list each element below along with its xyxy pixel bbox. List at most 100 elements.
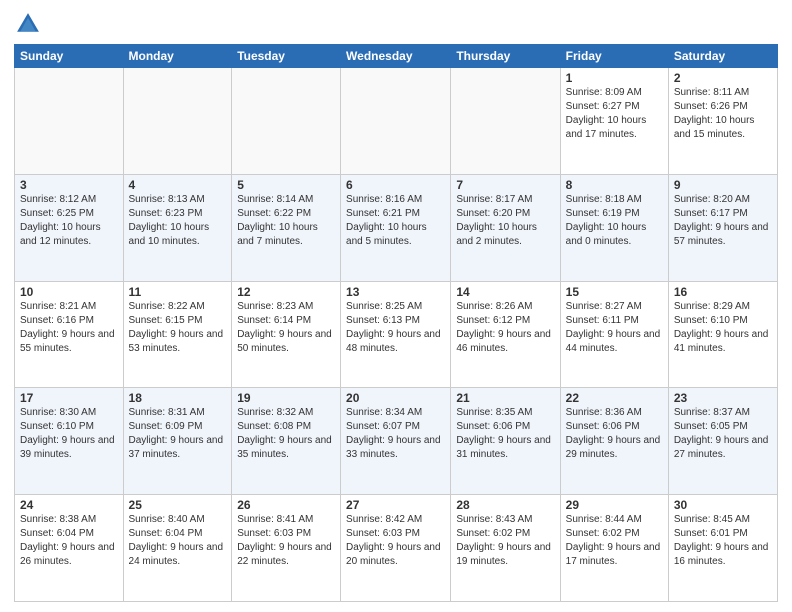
calendar-cell: 2Sunrise: 8:11 AMSunset: 6:26 PMDaylight… [668, 68, 777, 175]
day-info: Sunrise: 8:21 AMSunset: 6:16 PMDaylight:… [20, 300, 118, 356]
day-number: 5 [237, 178, 335, 192]
calendar-cell [123, 68, 232, 175]
day-info: Sunrise: 8:45 AMSunset: 6:01 PMDaylight:… [674, 513, 772, 569]
calendar-week-row: 3Sunrise: 8:12 AMSunset: 6:25 PMDaylight… [15, 174, 778, 281]
day-number: 21 [456, 391, 554, 405]
day-number: 8 [566, 178, 663, 192]
day-number: 25 [129, 498, 227, 512]
day-number: 30 [674, 498, 772, 512]
weekday-header: Wednesday [341, 45, 451, 68]
day-number: 16 [674, 285, 772, 299]
calendar-week-row: 24Sunrise: 8:38 AMSunset: 6:04 PMDayligh… [15, 495, 778, 602]
day-info: Sunrise: 8:41 AMSunset: 6:03 PMDaylight:… [237, 513, 335, 569]
calendar-header-row: SundayMondayTuesdayWednesdayThursdayFrid… [15, 45, 778, 68]
calendar-cell: 21Sunrise: 8:35 AMSunset: 6:06 PMDayligh… [451, 388, 560, 495]
calendar-cell: 13Sunrise: 8:25 AMSunset: 6:13 PMDayligh… [341, 281, 451, 388]
day-info: Sunrise: 8:42 AMSunset: 6:03 PMDaylight:… [346, 513, 445, 569]
day-number: 26 [237, 498, 335, 512]
calendar: SundayMondayTuesdayWednesdayThursdayFrid… [14, 44, 778, 602]
day-number: 29 [566, 498, 663, 512]
calendar-cell: 28Sunrise: 8:43 AMSunset: 6:02 PMDayligh… [451, 495, 560, 602]
day-number: 17 [20, 391, 118, 405]
calendar-cell [341, 68, 451, 175]
calendar-week-row: 1Sunrise: 8:09 AMSunset: 6:27 PMDaylight… [15, 68, 778, 175]
day-info: Sunrise: 8:12 AMSunset: 6:25 PMDaylight:… [20, 193, 118, 249]
day-info: Sunrise: 8:11 AMSunset: 6:26 PMDaylight:… [674, 86, 772, 142]
calendar-table: SundayMondayTuesdayWednesdayThursdayFrid… [14, 44, 778, 602]
weekday-header: Saturday [668, 45, 777, 68]
day-info: Sunrise: 8:40 AMSunset: 6:04 PMDaylight:… [129, 513, 227, 569]
day-info: Sunrise: 8:22 AMSunset: 6:15 PMDaylight:… [129, 300, 227, 356]
day-number: 28 [456, 498, 554, 512]
calendar-cell: 11Sunrise: 8:22 AMSunset: 6:15 PMDayligh… [123, 281, 232, 388]
weekday-header: Friday [560, 45, 668, 68]
day-number: 3 [20, 178, 118, 192]
day-number: 10 [20, 285, 118, 299]
calendar-cell: 4Sunrise: 8:13 AMSunset: 6:23 PMDaylight… [123, 174, 232, 281]
day-info: Sunrise: 8:23 AMSunset: 6:14 PMDaylight:… [237, 300, 335, 356]
calendar-cell: 8Sunrise: 8:18 AMSunset: 6:19 PMDaylight… [560, 174, 668, 281]
day-number: 7 [456, 178, 554, 192]
day-number: 18 [129, 391, 227, 405]
day-info: Sunrise: 8:27 AMSunset: 6:11 PMDaylight:… [566, 300, 663, 356]
calendar-week-row: 10Sunrise: 8:21 AMSunset: 6:16 PMDayligh… [15, 281, 778, 388]
calendar-week-row: 17Sunrise: 8:30 AMSunset: 6:10 PMDayligh… [15, 388, 778, 495]
weekday-header: Thursday [451, 45, 560, 68]
calendar-cell: 29Sunrise: 8:44 AMSunset: 6:02 PMDayligh… [560, 495, 668, 602]
day-number: 13 [346, 285, 445, 299]
calendar-cell: 3Sunrise: 8:12 AMSunset: 6:25 PMDaylight… [15, 174, 124, 281]
day-number: 9 [674, 178, 772, 192]
day-number: 23 [674, 391, 772, 405]
day-number: 6 [346, 178, 445, 192]
calendar-cell: 5Sunrise: 8:14 AMSunset: 6:22 PMDaylight… [232, 174, 341, 281]
day-info: Sunrise: 8:13 AMSunset: 6:23 PMDaylight:… [129, 193, 227, 249]
calendar-cell: 24Sunrise: 8:38 AMSunset: 6:04 PMDayligh… [15, 495, 124, 602]
calendar-cell: 12Sunrise: 8:23 AMSunset: 6:14 PMDayligh… [232, 281, 341, 388]
calendar-cell: 17Sunrise: 8:30 AMSunset: 6:10 PMDayligh… [15, 388, 124, 495]
day-number: 24 [20, 498, 118, 512]
day-number: 19 [237, 391, 335, 405]
weekday-header: Sunday [15, 45, 124, 68]
calendar-cell: 25Sunrise: 8:40 AMSunset: 6:04 PMDayligh… [123, 495, 232, 602]
calendar-cell: 26Sunrise: 8:41 AMSunset: 6:03 PMDayligh… [232, 495, 341, 602]
calendar-cell: 16Sunrise: 8:29 AMSunset: 6:10 PMDayligh… [668, 281, 777, 388]
day-info: Sunrise: 8:38 AMSunset: 6:04 PMDaylight:… [20, 513, 118, 569]
day-info: Sunrise: 8:18 AMSunset: 6:19 PMDaylight:… [566, 193, 663, 249]
day-number: 12 [237, 285, 335, 299]
page: SundayMondayTuesdayWednesdayThursdayFrid… [0, 0, 792, 612]
calendar-cell: 9Sunrise: 8:20 AMSunset: 6:17 PMDaylight… [668, 174, 777, 281]
day-info: Sunrise: 8:44 AMSunset: 6:02 PMDaylight:… [566, 513, 663, 569]
calendar-cell [451, 68, 560, 175]
day-number: 2 [674, 71, 772, 85]
calendar-cell: 7Sunrise: 8:17 AMSunset: 6:20 PMDaylight… [451, 174, 560, 281]
calendar-cell [232, 68, 341, 175]
calendar-cell: 10Sunrise: 8:21 AMSunset: 6:16 PMDayligh… [15, 281, 124, 388]
day-number: 22 [566, 391, 663, 405]
day-number: 14 [456, 285, 554, 299]
day-info: Sunrise: 8:16 AMSunset: 6:21 PMDaylight:… [346, 193, 445, 249]
calendar-cell: 1Sunrise: 8:09 AMSunset: 6:27 PMDaylight… [560, 68, 668, 175]
day-number: 20 [346, 391, 445, 405]
day-info: Sunrise: 8:43 AMSunset: 6:02 PMDaylight:… [456, 513, 554, 569]
day-info: Sunrise: 8:20 AMSunset: 6:17 PMDaylight:… [674, 193, 772, 249]
calendar-cell: 22Sunrise: 8:36 AMSunset: 6:06 PMDayligh… [560, 388, 668, 495]
logo [14, 10, 46, 38]
day-info: Sunrise: 8:36 AMSunset: 6:06 PMDaylight:… [566, 406, 663, 462]
day-info: Sunrise: 8:32 AMSunset: 6:08 PMDaylight:… [237, 406, 335, 462]
day-info: Sunrise: 8:09 AMSunset: 6:27 PMDaylight:… [566, 86, 663, 142]
calendar-cell: 27Sunrise: 8:42 AMSunset: 6:03 PMDayligh… [341, 495, 451, 602]
day-number: 1 [566, 71, 663, 85]
day-info: Sunrise: 8:34 AMSunset: 6:07 PMDaylight:… [346, 406, 445, 462]
calendar-cell [15, 68, 124, 175]
calendar-cell: 30Sunrise: 8:45 AMSunset: 6:01 PMDayligh… [668, 495, 777, 602]
day-info: Sunrise: 8:29 AMSunset: 6:10 PMDaylight:… [674, 300, 772, 356]
weekday-header: Monday [123, 45, 232, 68]
day-info: Sunrise: 8:25 AMSunset: 6:13 PMDaylight:… [346, 300, 445, 356]
day-info: Sunrise: 8:35 AMSunset: 6:06 PMDaylight:… [456, 406, 554, 462]
day-info: Sunrise: 8:26 AMSunset: 6:12 PMDaylight:… [456, 300, 554, 356]
day-info: Sunrise: 8:30 AMSunset: 6:10 PMDaylight:… [20, 406, 118, 462]
day-number: 11 [129, 285, 227, 299]
calendar-cell: 19Sunrise: 8:32 AMSunset: 6:08 PMDayligh… [232, 388, 341, 495]
day-number: 27 [346, 498, 445, 512]
calendar-cell: 15Sunrise: 8:27 AMSunset: 6:11 PMDayligh… [560, 281, 668, 388]
